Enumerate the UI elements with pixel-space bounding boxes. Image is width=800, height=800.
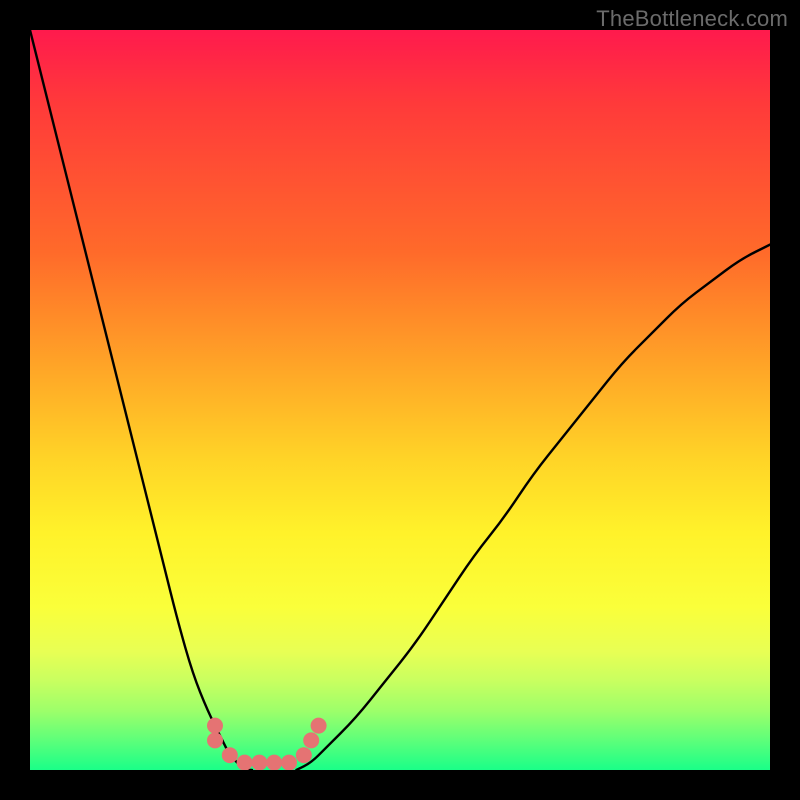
marker-dot	[296, 747, 312, 763]
marker-dot	[237, 755, 253, 770]
marker-dot	[281, 755, 297, 770]
left-curve	[30, 30, 252, 770]
chart-svg	[30, 30, 770, 770]
marker-dot	[266, 755, 282, 770]
watermark-text: TheBottleneck.com	[596, 6, 788, 32]
curve-layer	[30, 30, 770, 770]
chart-plot-area	[30, 30, 770, 770]
marker-dot	[207, 732, 223, 748]
marker-dot	[303, 732, 319, 748]
right-curve	[296, 245, 770, 770]
marker-dot	[207, 718, 223, 734]
chart-frame: TheBottleneck.com	[0, 0, 800, 800]
marker-dot	[251, 755, 267, 770]
marker-dot	[222, 747, 238, 763]
marker-dot	[311, 718, 327, 734]
